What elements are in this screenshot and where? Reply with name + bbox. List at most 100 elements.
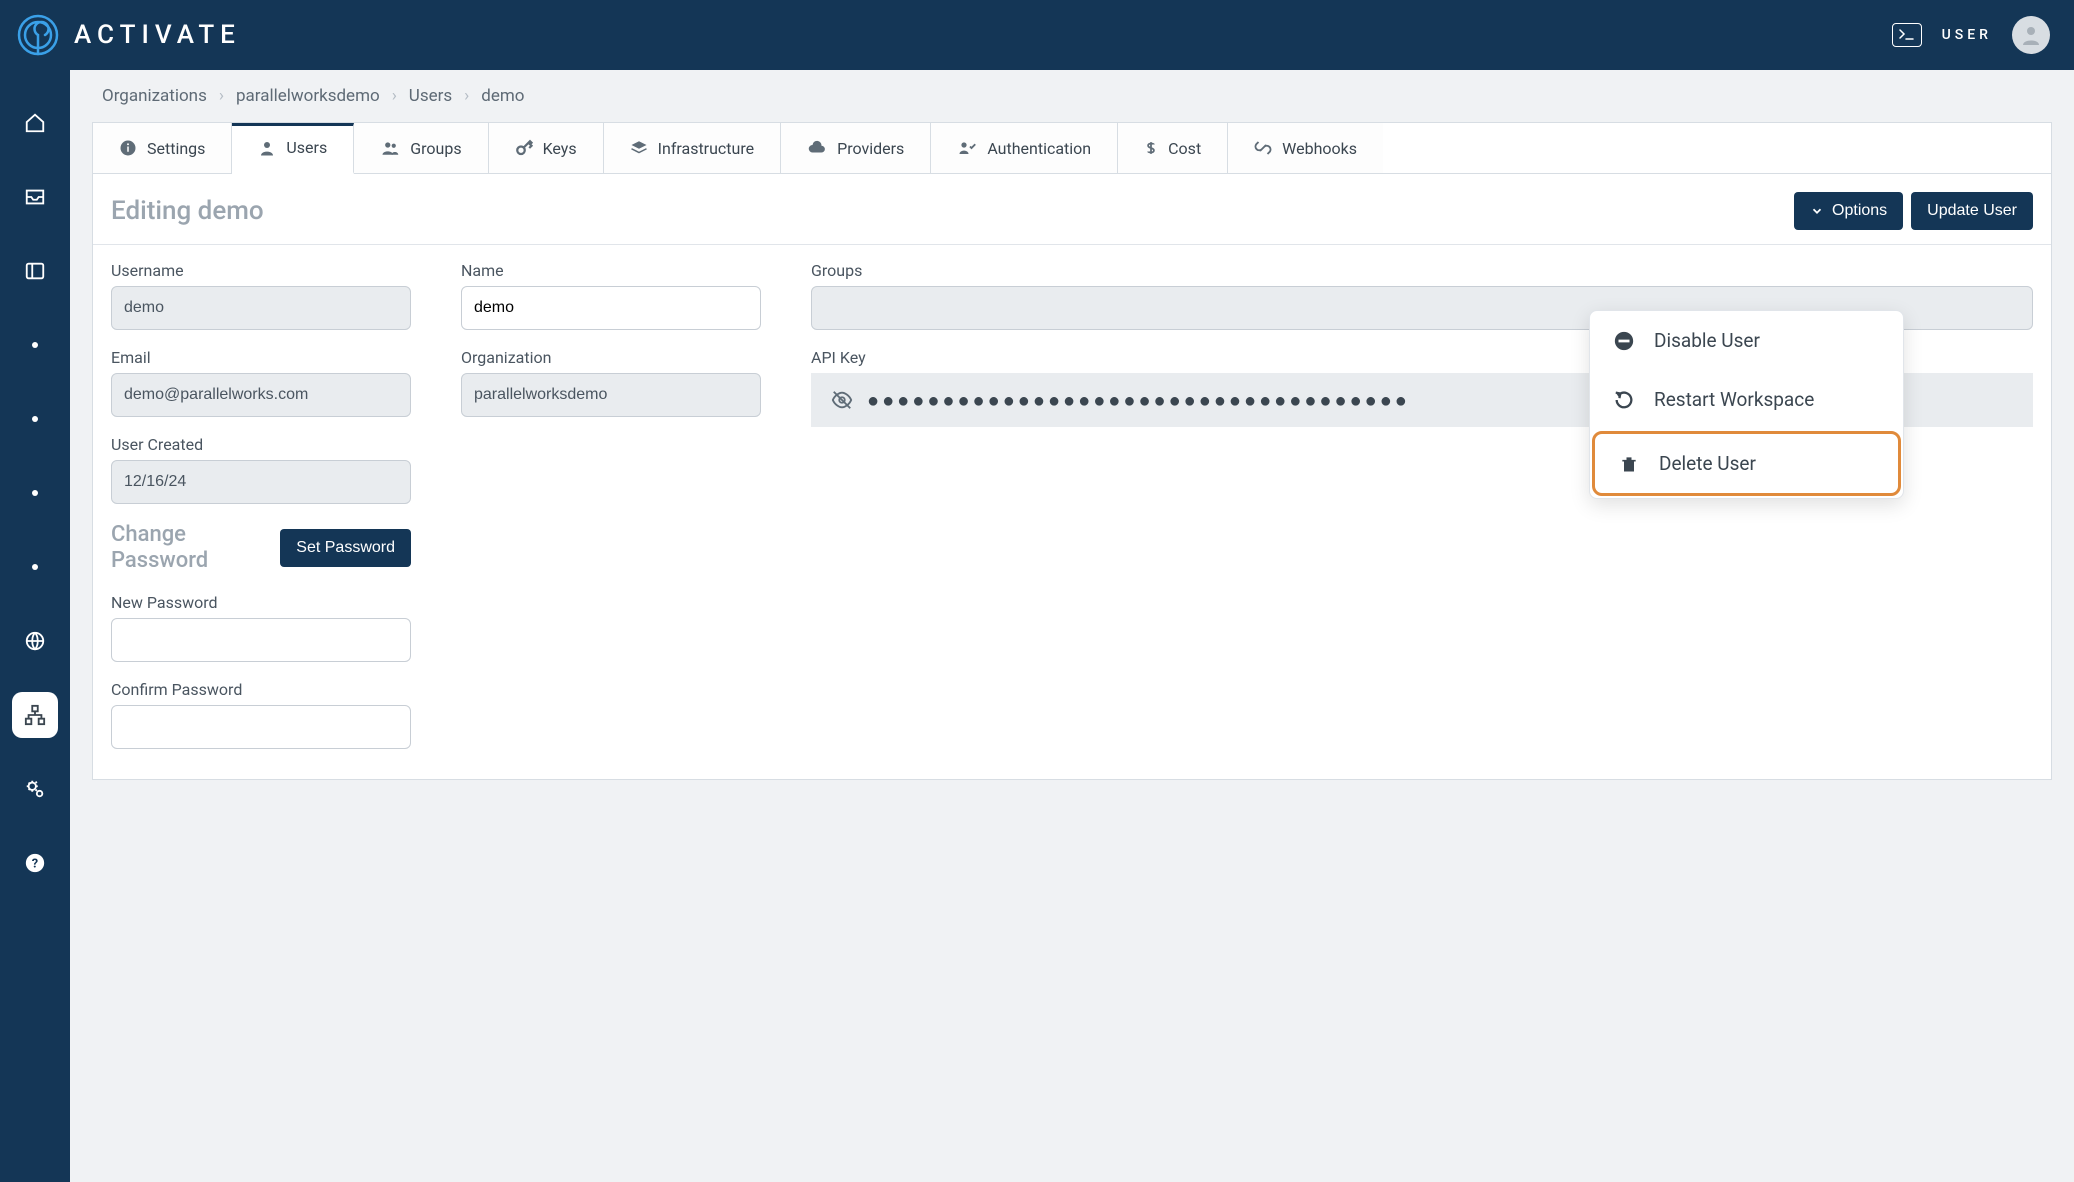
trash-icon [1617, 453, 1641, 475]
set-password-button[interactable]: Set Password [280, 529, 411, 567]
tab-label: Cost [1168, 139, 1201, 158]
created-label: User Created [111, 435, 411, 454]
tab-label: Keys [543, 139, 577, 158]
breadcrumb-item[interactable]: demo [473, 84, 532, 108]
user-icon [258, 139, 276, 157]
breadcrumb: Organizations › parallelworksdemo › User… [70, 70, 2074, 122]
tab-label: Authentication [987, 139, 1091, 158]
tabs: Settings Users Groups Keys [93, 123, 2051, 174]
info-icon [119, 139, 137, 157]
layers-icon [630, 139, 648, 157]
confirm-password-input[interactable] [111, 705, 411, 749]
disable-icon [1612, 330, 1636, 352]
tab-label: Infrastructure [658, 139, 754, 158]
organization-label: Organization [461, 348, 761, 367]
main-content: Organizations › parallelworksdemo › User… [70, 70, 2074, 1182]
dropdown-delete-user[interactable]: Delete User [1592, 431, 1901, 496]
dot-icon [32, 342, 38, 348]
update-user-button-label: Update User [1927, 202, 2017, 220]
dropdown-item-label: Disable User [1654, 329, 1760, 352]
tab-keys[interactable]: Keys [489, 123, 604, 173]
terminal-icon [1899, 29, 1915, 41]
sidebar-item-dot-2[interactable] [12, 396, 58, 442]
home-icon [24, 112, 46, 134]
sidebar-item-settings[interactable] [12, 766, 58, 812]
brand: ACTIVATE [16, 13, 241, 57]
brand-name: ACTIVATE [74, 20, 241, 50]
sidebar-item-panel[interactable] [12, 248, 58, 294]
tab-cost[interactable]: Cost [1118, 123, 1228, 173]
field-organization: Organization [461, 348, 761, 417]
name-input[interactable] [461, 286, 761, 330]
sidebar-item-globe[interactable] [12, 618, 58, 664]
chevron-right-icon: › [392, 86, 397, 106]
tab-providers[interactable]: Providers [781, 123, 931, 173]
tab-authentication[interactable]: Authentication [931, 123, 1118, 173]
chevron-right-icon: › [219, 86, 224, 106]
new-password-input[interactable] [111, 618, 411, 662]
sidebar-item-dot-4[interactable] [12, 544, 58, 590]
sidebar: ? [0, 70, 70, 1182]
panel-icon [24, 260, 46, 282]
tab-label: Groups [410, 139, 461, 158]
tab-label: Webhooks [1282, 139, 1357, 158]
sidebar-item-dot-3[interactable] [12, 470, 58, 516]
tab-label: Settings [147, 139, 205, 158]
tab-label: Users [286, 138, 327, 157]
gears-icon [24, 778, 46, 800]
key-icon [515, 139, 533, 157]
inbox-icon [24, 186, 46, 208]
users-icon [380, 139, 400, 157]
sidebar-item-help[interactable]: ? [12, 840, 58, 886]
breadcrumb-item[interactable]: parallelworksdemo [228, 84, 388, 108]
user-label: USER [1942, 27, 1992, 43]
auth-icon [957, 139, 977, 157]
topbar-right: USER [1892, 16, 2050, 54]
cloud-icon [807, 139, 827, 157]
terminal-button[interactable] [1892, 23, 1922, 47]
options-dropdown: Disable User Restart Workspace Delete Us… [1589, 310, 1904, 499]
dropdown-restart-workspace[interactable]: Restart Workspace [1590, 370, 1903, 429]
sidebar-item-home[interactable] [12, 100, 58, 146]
org-tree-icon [24, 704, 46, 726]
globe-icon [24, 630, 46, 652]
created-input [111, 460, 411, 504]
field-created: User Created [111, 435, 411, 504]
dropdown-item-label: Delete User [1659, 452, 1756, 475]
eye-off-icon[interactable] [831, 389, 853, 411]
groups-label: Groups [811, 261, 2033, 280]
dropdown-disable-user[interactable]: Disable User [1590, 311, 1903, 370]
page-title: Editing demo [111, 196, 264, 226]
sidebar-item-dot-1[interactable] [12, 322, 58, 368]
email-input [111, 373, 411, 417]
tab-webhooks[interactable]: Webhooks [1228, 123, 1383, 173]
dot-icon [32, 416, 38, 422]
options-button-label: Options [1832, 202, 1887, 220]
field-confirm-password: Confirm Password [111, 680, 411, 749]
topbar: ACTIVATE USER [0, 0, 2074, 70]
tab-settings[interactable]: Settings [93, 123, 232, 173]
breadcrumb-item[interactable]: Users [401, 84, 460, 108]
restart-icon [1612, 389, 1636, 411]
avatar[interactable] [2012, 16, 2050, 54]
organization-input [461, 373, 761, 417]
breadcrumb-item[interactable]: Organizations [94, 84, 215, 108]
options-button[interactable]: Options [1794, 192, 1903, 230]
name-label: Name [461, 261, 761, 280]
tab-groups[interactable]: Groups [354, 123, 488, 173]
tab-infrastructure[interactable]: Infrastructure [604, 123, 781, 173]
tab-label: Providers [837, 139, 904, 158]
chevron-down-icon [1810, 204, 1824, 218]
update-user-button[interactable]: Update User [1911, 192, 2033, 230]
svg-text:?: ? [32, 857, 38, 872]
link-icon [1254, 139, 1272, 157]
sidebar-item-inbox[interactable] [12, 174, 58, 220]
sidebar-item-org[interactable] [12, 692, 58, 738]
username-label: Username [111, 261, 411, 280]
tab-users[interactable]: Users [232, 123, 354, 174]
field-username: Username [111, 261, 411, 330]
help-icon: ? [24, 852, 46, 874]
change-password-header: Change Password Set Password [111, 522, 411, 575]
set-password-button-label: Set Password [296, 539, 395, 557]
chevron-right-icon: › [464, 86, 469, 106]
